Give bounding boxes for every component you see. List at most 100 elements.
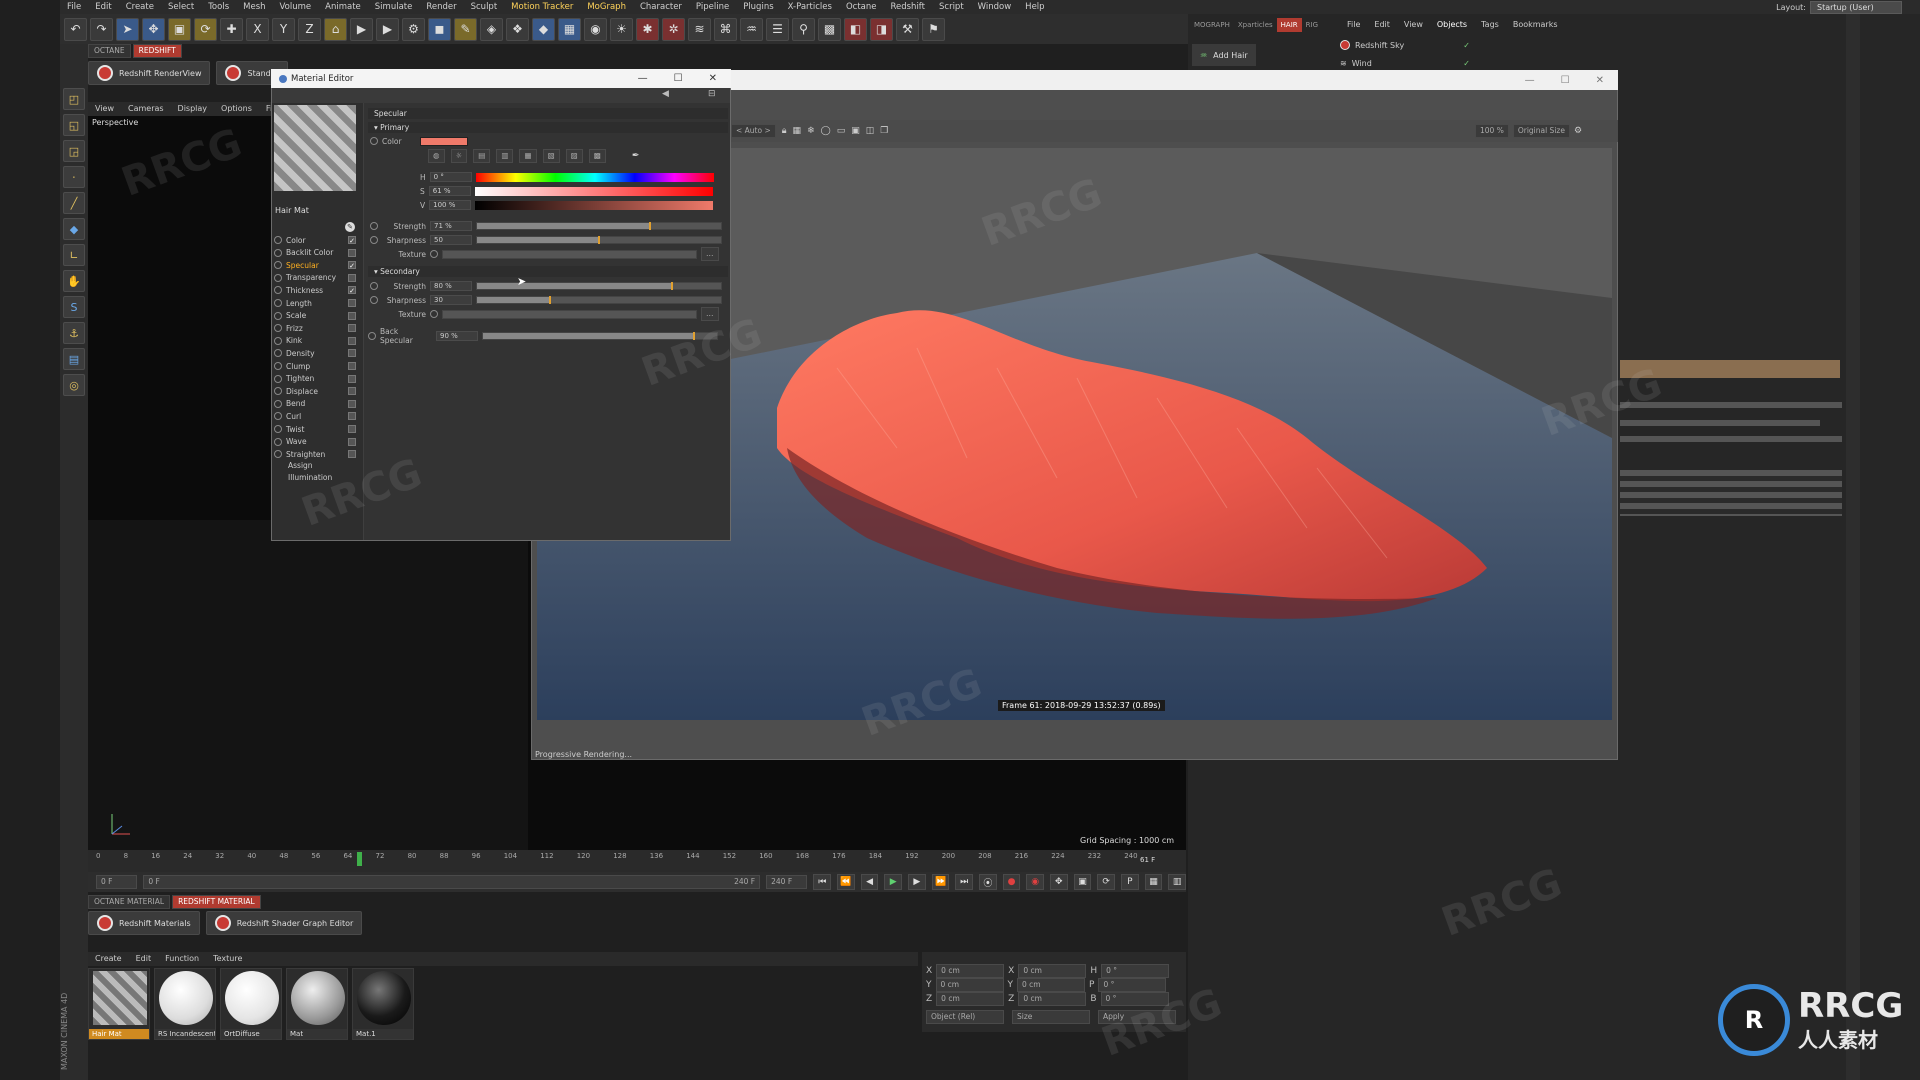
material-thumb[interactable]: RS Incandescent <box>154 968 216 1040</box>
rgb-icon[interactable]: ▥ <box>496 149 514 163</box>
channel-checkbox[interactable] <box>348 311 356 320</box>
xparticles-modifier-icon[interactable]: ✲ <box>662 17 685 41</box>
next-frame-icon[interactable]: ▶ <box>908 874 926 890</box>
object-menu-file[interactable]: File <box>1340 18 1367 32</box>
coord-field[interactable]: 0 cm <box>1018 992 1087 1006</box>
tab-hair[interactable]: HAIR <box>1276 18 1302 32</box>
attribute-slider-a[interactable] <box>1620 360 1840 378</box>
menu-pipeline[interactable]: Pipeline <box>689 0 736 14</box>
coord-field[interactable]: 0 ° <box>1098 978 1167 992</box>
object-menu-edit[interactable]: Edit <box>1367 18 1397 32</box>
close-icon[interactable]: ✕ <box>709 73 717 84</box>
h-field[interactable]: 0 ° <box>429 172 472 182</box>
viewport-menu-display[interactable]: Display <box>171 102 215 116</box>
tool-a-icon[interactable]: ⚒ <box>896 17 919 41</box>
deformer-icon[interactable]: ◆ <box>532 17 555 41</box>
redshift-materials-button[interactable]: Redshift Materials <box>88 911 200 935</box>
kelvin-icon[interactable]: ▧ <box>542 149 560 163</box>
timeline-window-icon[interactable]: ▥ <box>1168 874 1186 890</box>
move-icon[interactable]: ✥ <box>142 17 165 41</box>
coord-mode-dropdown[interactable]: Object (Rel) <box>926 1010 1004 1024</box>
size-dropdown[interactable]: Original Size <box>1512 124 1570 138</box>
back-specular-field[interactable]: 90 % <box>436 331 478 341</box>
channel-frizz[interactable]: Frizz <box>274 322 356 334</box>
material-menu-edit[interactable]: Edit <box>129 952 159 966</box>
scale-icon[interactable]: ▣ <box>168 17 191 41</box>
sharpness-slider[interactable] <box>476 236 722 244</box>
x-axis-icon[interactable]: X <box>246 17 269 41</box>
lock-icon[interactable]: 🔒︎ <box>782 126 787 136</box>
prev-frame-icon[interactable]: ◀ <box>860 874 879 890</box>
menu-animate[interactable]: Animate <box>318 0 368 14</box>
shader-graph-button[interactable]: Redshift Shader Graph Editor <box>205 911 363 935</box>
menu-motion-tracker[interactable]: Motion Tracker <box>504 0 580 14</box>
channel-checkbox[interactable]: ✓ <box>348 236 356 245</box>
channel-checkbox[interactable] <box>348 324 356 333</box>
snowflake-icon[interactable]: ❄ <box>807 126 815 136</box>
coord-field[interactable]: 0 cm <box>936 964 1005 978</box>
edges-mode-icon[interactable]: ╱ <box>63 192 85 214</box>
menu-x-particles[interactable]: X-Particles <box>781 0 839 14</box>
viewport-menu-cameras[interactable]: Cameras <box>121 102 171 116</box>
eyedropper-icon[interactable]: ✒ <box>632 151 640 161</box>
menu-render[interactable]: Render <box>419 0 463 14</box>
hair-guides-icon[interactable]: ♒ <box>740 17 763 41</box>
key-position-icon[interactable]: ✥ <box>1050 874 1068 890</box>
menu-character[interactable]: Character <box>633 0 689 14</box>
material-name-tool-icon[interactable]: ✎ <box>345 222 355 232</box>
texture-browse-button[interactable]: … <box>701 307 719 321</box>
xparticles-group-icon[interactable]: ⌘ <box>714 17 737 41</box>
cube-icon[interactable]: ◼ <box>428 17 451 41</box>
channel-checkbox[interactable] <box>348 374 356 383</box>
tab-xparticles[interactable]: Xparticles <box>1234 18 1277 32</box>
coord-size-dropdown[interactable]: Size <box>1012 1010 1090 1024</box>
render-settings-icon[interactable]: ⚙ <box>402 17 425 41</box>
coord-field[interactable]: 0 ° <box>1100 992 1169 1006</box>
material-menu-create[interactable]: Create <box>88 952 129 966</box>
tab-octane[interactable]: OCTANE <box>88 44 131 58</box>
channel-checkbox[interactable] <box>348 450 356 459</box>
record-icon[interactable]: ● <box>1002 874 1021 890</box>
anim-dot-icon[interactable] <box>368 332 376 340</box>
menu-create[interactable]: Create <box>119 0 161 14</box>
save-snapshot-icon[interactable]: ▭ <box>837 126 846 136</box>
copy-icon[interactable]: ❐ <box>880 126 888 136</box>
menu-tools[interactable]: Tools <box>201 0 236 14</box>
hue-slider[interactable] <box>475 172 714 182</box>
channel-specular[interactable]: Specular ✓ <box>274 259 356 271</box>
zoom-field[interactable]: 100 % <box>1475 124 1509 138</box>
goto-end-icon[interactable]: ⏭ <box>955 874 974 890</box>
channel-checkbox[interactable] <box>348 299 356 307</box>
frame-range-slider[interactable]: 0 F 240 F <box>143 875 761 889</box>
menu-octane[interactable]: Octane <box>839 0 884 14</box>
channel-checkbox[interactable] <box>348 362 356 370</box>
end-frame-field[interactable]: 240 F <box>766 875 808 889</box>
channel-illumination[interactable]: Illumination <box>288 473 332 482</box>
visible-check-icon[interactable]: ✓ <box>1463 59 1470 68</box>
object-menu-tags[interactable]: Tags <box>1474 18 1506 32</box>
snap-icon[interactable]: S <box>63 296 85 318</box>
layout-selector[interactable]: Layout: Startup (User) <box>1776 0 1902 14</box>
menu-window[interactable]: Window <box>971 0 1019 14</box>
solo-icon[interactable]: ◎ <box>63 374 85 396</box>
menu-redshift[interactable]: Redshift <box>883 0 932 14</box>
v-field[interactable]: 100 % <box>429 200 472 210</box>
key-param-icon[interactable]: P <box>1120 874 1139 890</box>
anim-dot-icon[interactable] <box>370 236 378 244</box>
menu-file[interactable]: File <box>60 0 88 14</box>
close-icon[interactable]: ✕ <box>1596 75 1604 86</box>
object-row-redshift-sky[interactable]: Redshift Sky ✓ <box>1340 38 1470 52</box>
channel-bend[interactable]: Bend <box>274 398 356 410</box>
z-axis-icon[interactable]: Z <box>298 17 321 41</box>
texture-dropdown-icon[interactable] <box>430 250 438 258</box>
menu-select[interactable]: Select <box>161 0 201 14</box>
channel-clump[interactable]: Clump <box>274 360 356 372</box>
xparticles-cache-icon[interactable]: ≋ <box>688 17 711 41</box>
tab-mograph[interactable]: MOGRAPH <box>1190 18 1234 32</box>
render-view-icon[interactable]: ▶ <box>350 17 373 41</box>
channel-checkbox[interactable] <box>348 412 356 421</box>
redshift-ipr-icon[interactable]: ◨ <box>870 17 893 41</box>
start-frame-field[interactable]: 0 F <box>96 875 138 889</box>
tab-redshift-material[interactable]: REDSHIFT MATERIAL <box>172 895 261 909</box>
channel-length[interactable]: Length <box>274 297 356 309</box>
